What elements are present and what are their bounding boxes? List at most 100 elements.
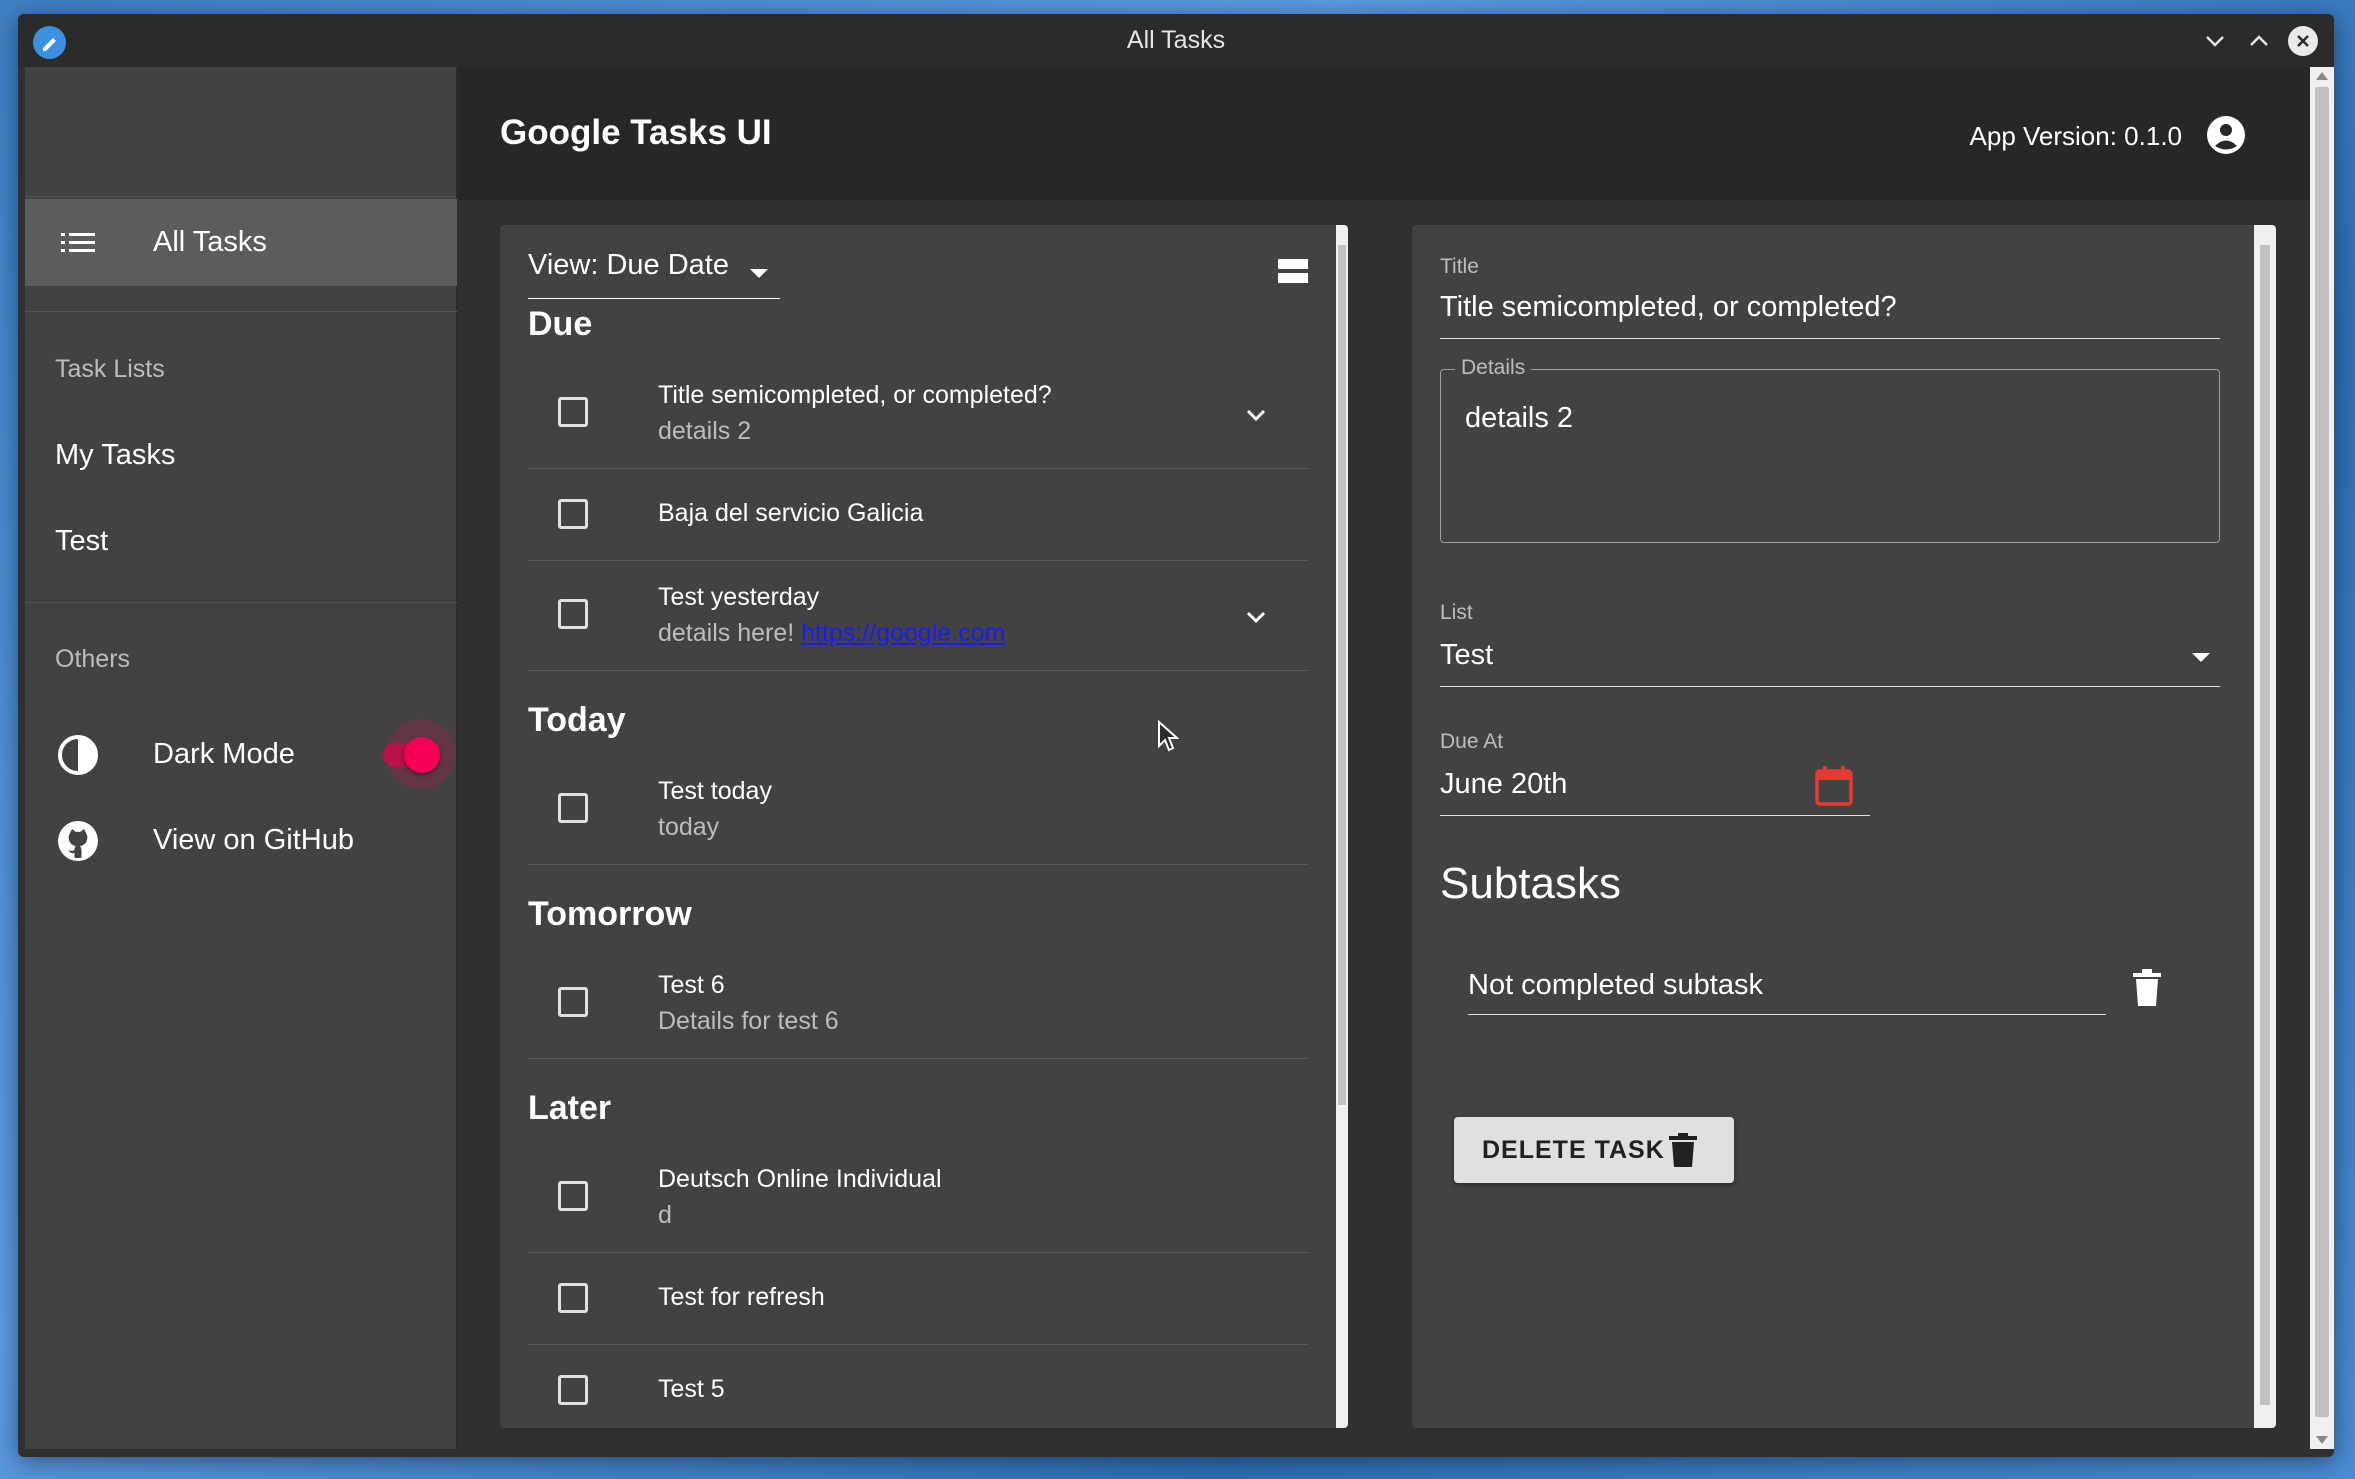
group-header-today: Today [528,701,626,739]
task-title: Baja del servicio Galicia [658,499,924,527]
task-title: Test today [658,777,772,805]
list-icon [55,220,101,266]
task-checkbox[interactable] [558,1375,588,1405]
scrollbar-thumb[interactable] [2260,245,2270,1405]
delete-task-label: DELETE TASK [1482,1135,1665,1164]
task-title: Test 6 [658,971,725,999]
scrollbar-thumb[interactable] [2315,87,2329,1417]
task-checkbox[interactable] [558,397,588,427]
task-detail-panel: Title Title semicompleted, or completed?… [1412,225,2276,1428]
sidebar-item-test[interactable]: Test [55,525,108,558]
due-field-label: Due At [1440,730,1504,753]
task-details-text: details here! [658,619,795,647]
task-row[interactable]: Baja del servicio Galicia [528,469,1308,561]
others-header: Others [55,645,131,673]
account-icon[interactable] [2206,115,2246,155]
sidebar-item-my-tasks[interactable]: My Tasks [55,439,175,472]
mouse-cursor-icon [1157,719,1180,752]
subtask-field-underline [1468,1014,2106,1015]
task-details: details 2 [658,417,752,445]
calendar-icon[interactable] [1814,765,1854,807]
task-title: Deutsch Online Individual [658,1165,942,1193]
minimize-button[interactable] [2198,24,2232,58]
sidebar: All Tasks Task Lists My Tasks Test Other… [25,67,457,1449]
github-label: View on GitHub [153,824,354,856]
task-checkbox[interactable] [558,1283,588,1313]
task-details: Details for test 6 [658,1007,839,1035]
task-checkbox[interactable] [558,599,588,629]
task-details: d [658,1201,672,1229]
trash-icon [1668,1133,1698,1167]
maximize-button[interactable] [2242,24,2276,58]
sidebar-item-label: All Tasks [153,226,267,258]
title-bar: All Tasks [18,14,2334,67]
task-details-link[interactable]: https://google.com [801,619,1005,647]
list-field-label: List [1440,601,1473,624]
list-select-value: Test [1440,639,1494,671]
task-title: Test 5 [658,1375,725,1403]
delete-task-button[interactable]: DELETE TASK [1454,1117,1734,1183]
scroll-down-arrow-icon[interactable] [2316,1436,2328,1444]
title-field-label: Title [1440,255,1479,278]
task-row[interactable]: Deutsch Online Individual d [528,1143,1308,1253]
sidebar-item-all-tasks[interactable]: All Tasks [25,199,457,286]
app-header: Google Tasks UI App Version: 0.1.0 [458,67,2310,200]
title-field-underline [1440,338,2220,339]
task-checkbox[interactable] [558,987,588,1017]
window-scrollbar[interactable] [2310,67,2334,1449]
due-field-underline [1440,815,1870,816]
scrollbar-thumb[interactable] [1338,245,1346,1105]
toggle-thumb[interactable] [404,737,440,773]
subtasks-header: Subtasks [1440,859,1621,908]
details-field-value: details 2 [1465,402,1574,434]
task-row[interactable]: Test yesterday details here! https://goo… [528,561,1308,671]
task-row[interactable]: Test 5 [528,1345,1308,1428]
sidebar-header-spacer [25,67,456,197]
due-date-field[interactable]: June 20th [1440,768,1567,801]
task-checkbox[interactable] [558,1181,588,1211]
group-header-later: Later [528,1089,612,1127]
details-field[interactable]: Details details 2 [1440,356,2220,543]
sidebar-item-dark-mode[interactable]: Dark Mode [25,711,457,798]
view-toggle-icon[interactable] [1278,259,1308,283]
scroll-up-arrow-icon[interactable] [2316,72,2328,80]
trash-icon[interactable] [2132,969,2162,1007]
task-details: details here! https://google.com [658,619,1005,648]
details-field-label: Details [1455,356,1532,380]
task-title: Test yesterday [658,583,820,611]
subtask-field[interactable]: Not completed subtask [1468,969,1763,1002]
task-lists-header: Task Lists [55,355,165,383]
dark-mode-toggle[interactable] [380,719,456,789]
task-list-scrollbar[interactable] [1336,225,1348,1428]
task-row[interactable]: Test today today [528,755,1308,865]
view-select[interactable]: View: Due Date [528,249,780,299]
task-row[interactable]: Test 6 Details for test 6 [528,949,1308,1059]
group-header-due: Due [528,305,593,343]
task-row[interactable]: Title semicompleted, or completed? detai… [528,359,1308,469]
task-list-panel: View: Due Date Due Title semicompleted, … [500,225,1348,1428]
task-details: today [658,813,720,841]
github-icon [55,818,101,864]
contrast-icon [55,732,101,778]
app-icon [33,26,66,59]
detail-scrollbar[interactable] [2254,225,2276,1428]
close-window-button[interactable] [2286,24,2320,58]
app-version: App Version: 0.1.0 [1969,121,2182,151]
task-list-content: View: Due Date Due Title semicompleted, … [500,225,1336,1428]
view-select-value: View: Due Date [528,249,729,281]
dropdown-caret-icon [750,269,768,278]
sidebar-divider [25,311,457,312]
task-checkbox[interactable] [558,499,588,529]
chevron-down-icon[interactable] [1242,603,1270,631]
task-title: Test for refresh [658,1283,825,1311]
sidebar-item-github[interactable]: View on GitHub [25,797,457,884]
title-field[interactable]: Title semicompleted, or completed? [1440,291,1897,324]
task-title: Title semicompleted, or completed? [658,381,1052,409]
task-row[interactable]: Test for refresh [528,1253,1308,1345]
task-checkbox[interactable] [558,793,588,823]
app-title: Google Tasks UI [500,113,772,152]
chevron-down-icon[interactable] [1242,401,1270,429]
dropdown-caret-icon [2192,653,2210,662]
list-field-underline [1440,686,2220,687]
dark-mode-label: Dark Mode [153,738,295,770]
